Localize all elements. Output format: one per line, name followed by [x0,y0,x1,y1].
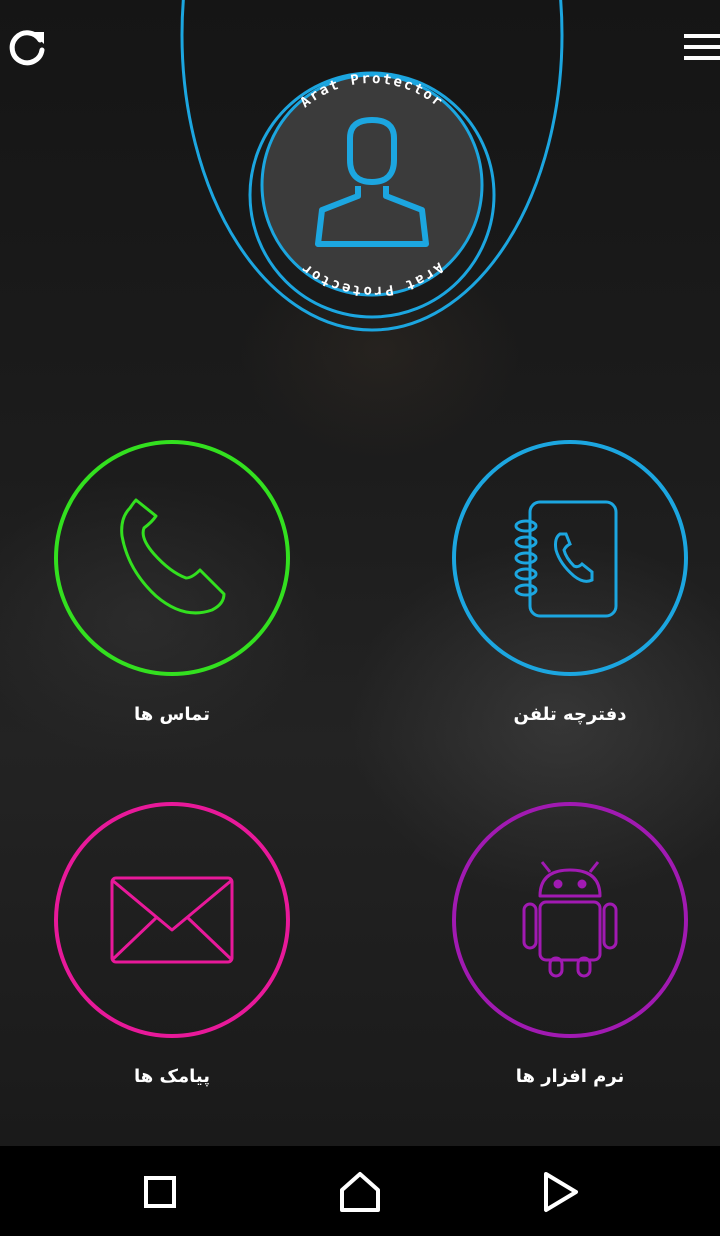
triangle-back-icon[interactable] [536,1168,584,1216]
messages-label[interactable]: پیامک ها [52,1066,292,1087]
system-navigation-bar [0,1146,720,1236]
contacts-book-icon [514,500,618,618]
android-icon [522,861,618,978]
profile-header: Arat Protector Arat Protector [180,0,564,332]
apps-label[interactable]: نرم افزار ها [450,1066,690,1087]
home-icon[interactable] [336,1168,384,1216]
phonebook-label[interactable]: دفترچه تلفن [450,704,690,725]
hamburger-menu-icon[interactable] [682,30,720,64]
calls-tile[interactable] [52,438,292,678]
apps-tile[interactable] [450,800,690,1040]
envelope-icon [110,876,234,964]
messages-tile[interactable] [52,800,292,1040]
phonebook-tile[interactable] [450,438,690,678]
square-recents-icon[interactable] [136,1168,184,1216]
phone-icon [120,498,226,615]
refresh-icon[interactable] [6,26,48,68]
calls-label[interactable]: تماس ها [52,704,292,725]
